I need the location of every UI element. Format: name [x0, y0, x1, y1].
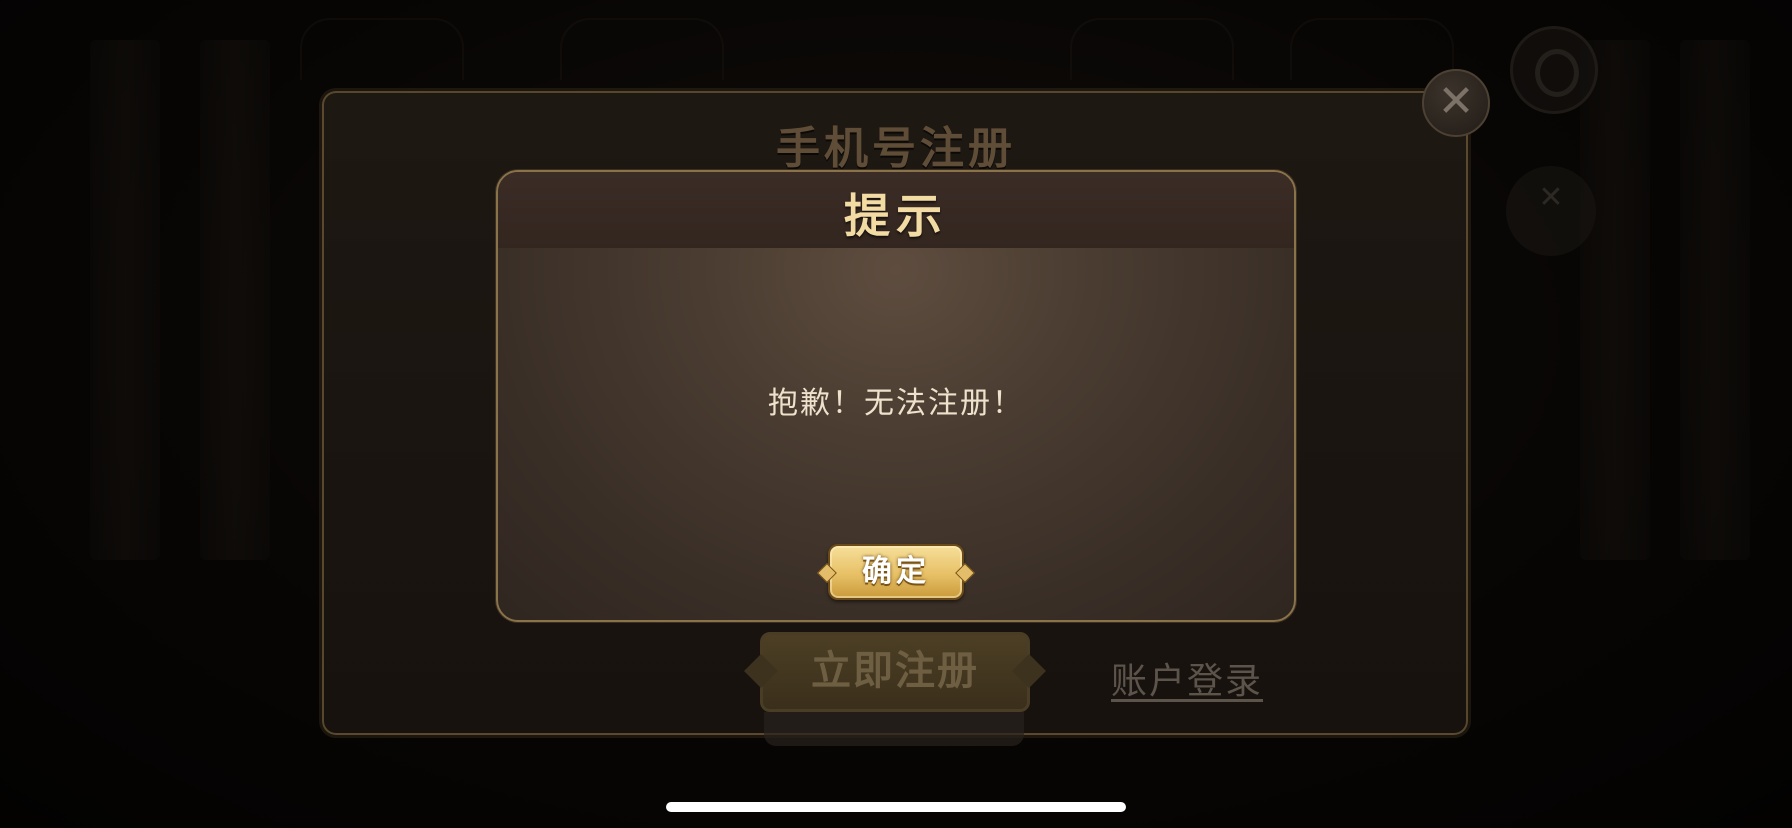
- tip-dialog-message: 抱歉！无法注册！: [768, 386, 1024, 421]
- tip-dialog: 提示 抱歉！无法注册！ 确定: [496, 170, 1296, 622]
- account-login-link[interactable]: 账户登录: [1111, 652, 1263, 704]
- confirm-button[interactable]: 确定: [828, 544, 964, 600]
- button-base-plate: [764, 712, 1024, 746]
- home-indicator[interactable]: [666, 802, 1126, 812]
- game-screen: ✕ 手机号注册 立即注册 账户登录 ✕ 提示 抱歉！无法注册！ 确定: [0, 0, 1792, 828]
- register-panel-title: 手机号注册: [776, 123, 1016, 174]
- close-icon[interactable]: ✕: [1422, 69, 1490, 137]
- tip-dialog-title: 提示: [844, 189, 948, 243]
- register-now-button[interactable]: 立即注册: [760, 632, 1030, 712]
